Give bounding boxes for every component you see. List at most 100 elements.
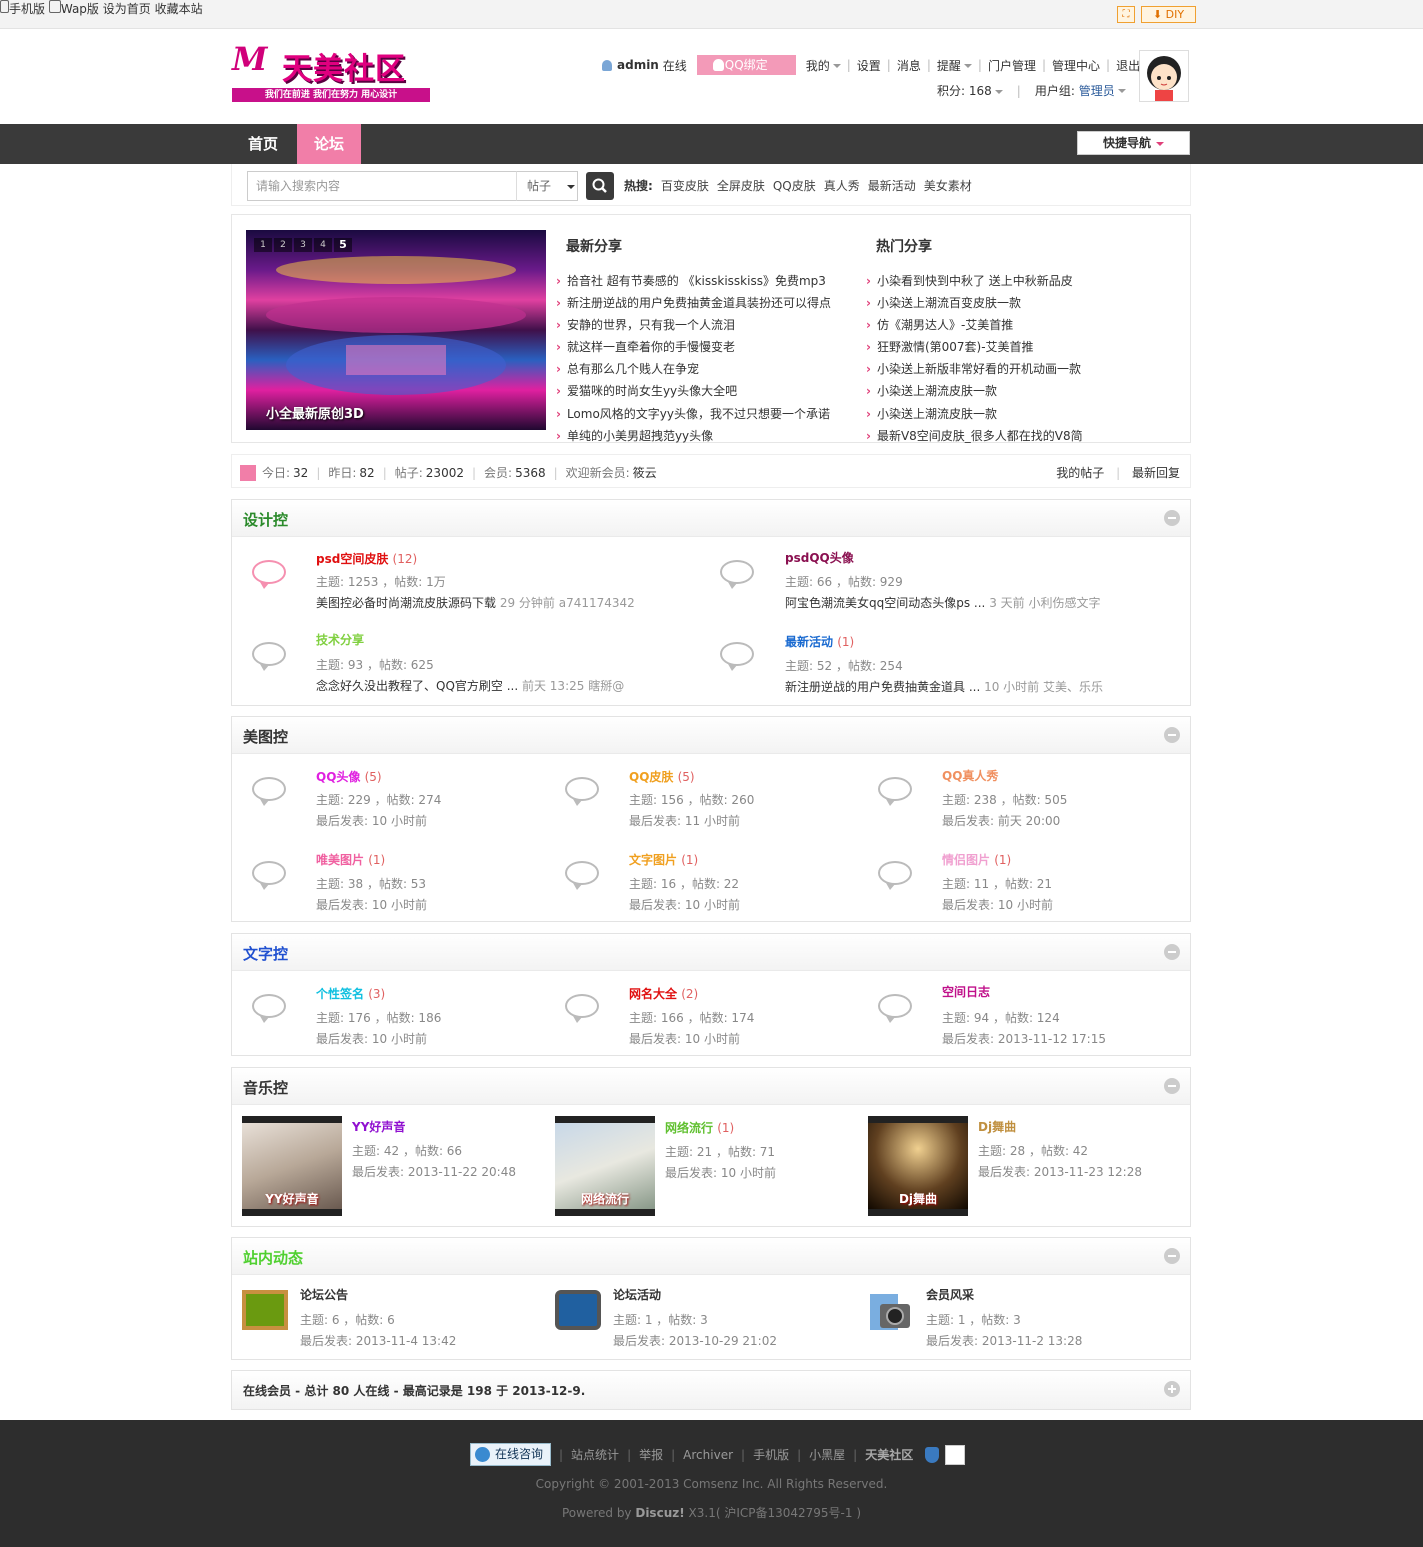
slide-dot[interactable]: 4 [314, 238, 332, 252]
hot-item[interactable]: 真人秀 [824, 177, 860, 194]
list-item[interactable]: 仿《潮男达人》-艾美首推 [866, 314, 1166, 336]
collapse-icon[interactable] [1164, 1248, 1180, 1264]
hot-item[interactable]: 百变皮肤 [661, 177, 709, 194]
hot-share-title: 热门分享 [876, 239, 932, 255]
set-home-link[interactable]: 设为首页 [103, 2, 151, 16]
list-item[interactable]: 安静的世界，只有我一个人流泪 [556, 314, 856, 336]
settings-link[interactable]: 设置 [857, 57, 881, 74]
forum-name[interactable]: 网名大全 (2) [629, 985, 698, 1002]
quick-nav-button[interactable]: 快捷导航 [1077, 131, 1190, 155]
security-shield-icon[interactable] [925, 1446, 940, 1463]
remind-menu[interactable]: 提醒 [937, 57, 972, 74]
slide-dot[interactable]: 3 [294, 238, 312, 252]
logout-link[interactable]: 退出 [1116, 57, 1140, 74]
points-menu[interactable]: 积分: 168 [937, 82, 1003, 99]
forum-name[interactable]: psdQQ头像 [785, 549, 854, 566]
forum-thumbnail[interactable]: 网络流行 [555, 1116, 655, 1216]
list-item[interactable]: 小染送上潮流皮肤一款 [866, 380, 1166, 402]
slide-dot[interactable]: 1 [254, 238, 272, 252]
portal-link[interactable]: 门户管理 [988, 57, 1036, 74]
slideshow[interactable]: 1 2 3 4 5 小全最新原创3D [246, 230, 546, 430]
fullscreen-icon[interactable]: ⛶ [1117, 6, 1135, 23]
forum-name[interactable]: 文字图片 (1) [629, 851, 698, 868]
footer-site-name[interactable]: 天美社区 [865, 1446, 913, 1463]
search-button[interactable] [586, 172, 614, 200]
forum-thumbnail[interactable]: Dj舞曲 [868, 1116, 968, 1216]
forum-name[interactable]: QQ皮肤 (5) [629, 768, 695, 785]
admin-center-link[interactable]: 管理中心 [1052, 57, 1100, 74]
diy-button[interactable]: ⬇ DIY [1141, 6, 1196, 23]
forum-last-post[interactable]: 阿宝色潮流美女qq空间动态头像ps ... 3 天前 小利伤感文字 [785, 594, 1100, 611]
list-item[interactable]: 最新V8空间皮肤_很多人都在找的V8简 [866, 425, 1166, 447]
expand-icon[interactable] [1164, 1381, 1180, 1397]
collapse-icon[interactable] [1164, 1078, 1180, 1094]
forum-name[interactable]: 论坛公告 [300, 1286, 348, 1303]
nav-home[interactable]: 首页 [232, 124, 294, 164]
forum-name[interactable]: 会员风采 [926, 1286, 974, 1303]
discuz-link[interactable]: Discuz! [635, 1506, 684, 1520]
messages-link[interactable]: 消息 [897, 57, 921, 74]
forum-name[interactable]: 技术分享 [316, 631, 364, 648]
slide-dot-active[interactable]: 5 [334, 238, 352, 252]
username-link[interactable]: admin [617, 58, 659, 72]
footer-link[interactable]: 举报 [639, 1446, 663, 1463]
list-item[interactable]: 小染送上潮流皮肤一款 [866, 403, 1166, 425]
forum-name[interactable]: 唯美图片 (1) [316, 851, 385, 868]
forum-name[interactable]: psd空间皮肤 (12) [316, 550, 417, 567]
list-item[interactable]: 狂野激情(第007套)-艾美首推 [866, 336, 1166, 358]
forum-last-post[interactable]: 美图控必备时尚潮流皮肤源码下载 29 分钟前 a741174342 [316, 594, 635, 611]
search-input[interactable]: 请输入搜索内容 [247, 171, 517, 201]
forum-name[interactable]: 论坛活动 [613, 1286, 661, 1303]
forum-last-post[interactable]: 新注册逆战的用户免费抽黄金道具 ... 10 小时前 艾美、乐乐 [785, 678, 1103, 695]
welcome-member-link[interactable]: 筱云 [633, 464, 657, 481]
hot-item[interactable]: 最新活动 [868, 177, 916, 194]
list-item[interactable]: 单纯的小美男超拽范yy头像 [556, 425, 856, 447]
forum-name[interactable]: 个性签名 (3) [316, 985, 385, 1002]
collapse-icon[interactable] [1164, 510, 1180, 526]
group-link[interactable]: 管理员 [1079, 82, 1115, 99]
hot-item[interactable]: 全屏皮肤 [717, 177, 765, 194]
slide-dot[interactable]: 2 [274, 238, 292, 252]
forum-name[interactable]: QQ头像 (5) [316, 768, 382, 785]
list-item[interactable]: 小染送上新版非常好看的开机动画一款 [866, 358, 1166, 380]
wap-link[interactable]: Wap版 [48, 0, 99, 16]
online-consult-button[interactable]: 在线咨询 [470, 1443, 551, 1466]
forum-name[interactable]: 最新活动 (1) [785, 633, 854, 650]
footer-link[interactable]: Archiver [683, 1448, 733, 1462]
list-item[interactable]: 总有那么几个贱人在争宠 [556, 358, 856, 380]
forum-name[interactable]: 情侣图片 (1) [942, 851, 1011, 868]
list-item[interactable]: 新注册逆战的用户免费抽黄金道具装扮还可以得点 [556, 292, 856, 314]
latest-reply-link[interactable]: 最新回复 [1132, 466, 1180, 480]
list-item[interactable]: Lomo风格的文字yy头像，我不过只想要一个承诺 [556, 403, 856, 425]
nav-forum[interactable]: 论坛 [297, 124, 361, 164]
forum-name[interactable]: 空间日志 [942, 983, 990, 1000]
collapse-icon[interactable] [1164, 944, 1180, 960]
forum-name[interactable]: YY好声音 [352, 1118, 405, 1135]
mobile-link[interactable]: 手机版 [0, 0, 45, 16]
list-item[interactable]: 小染看到快到中秋了 送上中秋新品皮 [866, 270, 1166, 292]
collapse-icon[interactable] [1164, 727, 1180, 743]
cnzz-stats-icon[interactable] [945, 1444, 966, 1465]
forum-name[interactable]: 网络流行 (1) [665, 1119, 734, 1136]
footer-link[interactable]: 站点统计 [571, 1446, 619, 1463]
bookmark-link[interactable]: 收藏本站 [155, 2, 203, 16]
forum-name[interactable]: Dj舞曲 [978, 1118, 1016, 1135]
list-item[interactable]: 拾音社 超有节奏感的 《kisskisskiss》免费mp3 [556, 270, 856, 292]
list-item[interactable]: 小染送上潮流百变皮肤一款 [866, 292, 1166, 314]
search-type-select[interactable]: 帖子 [516, 171, 578, 201]
avatar[interactable] [1139, 50, 1189, 102]
forum-thumbnail[interactable]: YY好声音 [242, 1116, 342, 1216]
forum-name[interactable]: QQ真人秀 [942, 767, 998, 784]
site-logo[interactable]: M 天美社区 我们在前进 我们在努力 用心设计 [232, 40, 432, 102]
qq-bind-button[interactable]: QQ绑定 [696, 55, 796, 75]
footer-link[interactable]: 手机版 [753, 1446, 789, 1463]
list-item[interactable]: 爱猫咪的时尚女生yy头像大全吧 [556, 380, 856, 402]
list-item[interactable]: 就这样一直牵着你的手慢慢变老 [556, 336, 856, 358]
hot-item[interactable]: 美女素材 [924, 177, 972, 194]
forum-last-post[interactable]: 念念好久没出教程了、QQ官方刷空 ... 前天 13:25 瞎掰@ [316, 677, 624, 694]
footer-link[interactable]: 小黑屋 [809, 1446, 845, 1463]
my-posts-link[interactable]: 我的帖子 [1056, 466, 1104, 480]
hot-item[interactable]: QQ皮肤 [773, 177, 816, 194]
forum-bubble-icon [252, 560, 286, 589]
my-menu[interactable]: 我的 [806, 57, 841, 74]
